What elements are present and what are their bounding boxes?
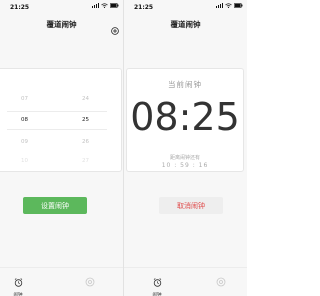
battery-icon [110,3,119,8]
picker-minute[interactable]: 27 [82,158,89,164]
alarm-time-display: 08:25 [130,95,240,139]
remaining-countdown: 10 : 59 : 16 [161,162,209,169]
status-icons [216,3,243,8]
tab-alarm[interactable]: 闹钟 [8,272,28,296]
status-bar: 21:25 [0,0,123,14]
picker-hour[interactable]: 07 [21,96,28,102]
tab-bar: 闹钟 [0,267,123,296]
picker-divider [7,111,107,112]
status-bar: 21:25 [124,0,247,14]
signal-icon [216,3,223,8]
wifi-icon [101,3,108,8]
alarm-clock-icon [153,278,161,287]
tab-other-icon[interactable] [216,272,226,287]
status-time: 21:25 [10,4,30,11]
tab-alarm-label: 闹钟 [13,293,23,296]
page-title: 覆道闹钟 [170,20,201,29]
set-alarm-screen: 21:25 覆道闹钟 07 24 08 25 09 26 10 27 设置闹钟 … [0,0,123,296]
nav-bar: 覆道闹钟 [0,14,123,35]
current-alarm-card: 当前闹钟 08:25 距离闹钟还有 10 : 59 : 16 [126,68,244,172]
picker-minute-selected[interactable]: 25 [82,117,89,123]
picker-row[interactable]: 10 27 [0,158,121,172]
picker-minute[interactable]: 26 [82,139,89,145]
wifi-icon [225,3,232,8]
alarm-clock-icon [14,278,22,287]
page-title: 覆道闹钟 [46,20,77,29]
picker-hour[interactable]: 09 [21,139,28,145]
tab-other-icon[interactable] [85,272,95,287]
picker-divider [7,129,107,130]
picker-minute[interactable]: 24 [82,96,89,102]
cancel-alarm-button[interactable]: 取消闹钟 [159,197,223,214]
time-picker[interactable]: 07 24 08 25 09 26 10 27 [0,68,122,172]
current-alarm-title: 当前闹钟 [168,80,202,89]
picker-hour[interactable]: 10 [21,158,28,164]
battery-icon [234,3,243,8]
status-icons [92,3,119,8]
set-alarm-button[interactable]: 设置闹钟 [23,197,87,214]
remaining-label: 距离闹钟还有 [169,155,200,161]
current-alarm-screen: 21:25 覆道闹钟 当前闹钟 08:25 距离闹钟还有 10 : 59 : 1… [124,0,247,296]
signal-icon [92,3,99,8]
status-time: 21:25 [134,4,154,11]
add-icon[interactable] [111,20,119,35]
tab-alarm[interactable]: 闹钟 [147,272,167,296]
picker-row[interactable]: 07 24 [0,96,121,110]
picker-row[interactable]: 09 26 [0,139,121,153]
tab-alarm-label: 闹钟 [152,293,162,296]
tab-bar: 闹钟 [124,267,247,296]
nav-bar: 覆道闹钟 [124,14,247,34]
picker-hour-selected[interactable]: 08 [21,117,28,123]
